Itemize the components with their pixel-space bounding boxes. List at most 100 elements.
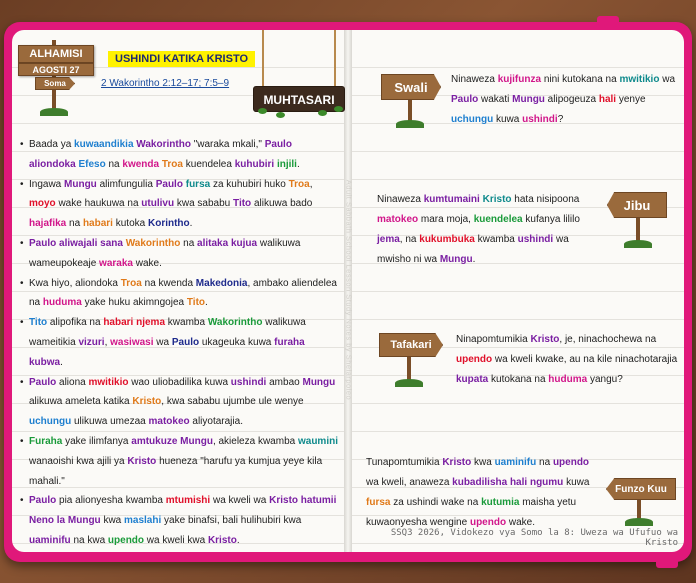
text-segment: ambao bbox=[266, 376, 303, 388]
text-segment: wa kweli kwake, au na kile ninachotaraji… bbox=[492, 354, 678, 365]
highlighted-word: utulivu bbox=[141, 198, 175, 210]
highlighted-word: Wakorintho bbox=[136, 139, 191, 150]
highlighted-word: Furaha bbox=[29, 435, 63, 447]
highlighted-word: jema bbox=[377, 234, 400, 245]
highlighted-word: Efeso bbox=[78, 158, 106, 170]
highlighted-word: hatumii bbox=[300, 495, 337, 507]
highlighted-word: kubadilisha bbox=[452, 477, 508, 488]
text-segment: hata nisipoona bbox=[511, 194, 580, 205]
text-segment: wa kweli wa bbox=[210, 495, 270, 507]
highlighted-word: Kristo bbox=[530, 334, 560, 345]
highlighted-word: mwitikio bbox=[88, 376, 129, 388]
highlighted-word: Troa bbox=[161, 158, 183, 170]
highlighted-word: Paulo bbox=[171, 336, 200, 348]
text-segment: Kwa hiyo, aliondoka bbox=[29, 277, 121, 289]
highlighted-word: kujifunza bbox=[497, 74, 542, 85]
grass-icon bbox=[396, 120, 424, 128]
text-segment: . bbox=[472, 254, 476, 265]
reflection-text: Ninapomtumikia Kristo, je, ninachochewa … bbox=[456, 330, 678, 390]
summary-point: Ingawa Mungu alimfungulia Paulo fursa za… bbox=[20, 175, 338, 234]
summary-point: Baada ya kuwaandikia Wakorintho "waraka … bbox=[20, 135, 338, 175]
highlighted-word: kutumia bbox=[481, 497, 520, 508]
text-segment: Ninaweza bbox=[451, 74, 498, 85]
highlighted-word: Troa bbox=[120, 277, 142, 289]
key-lesson-text: Tunapomtumikia Kristo kwa uaminifu na up… bbox=[366, 453, 604, 533]
text-segment: na bbox=[180, 237, 198, 249]
highlighted-word: Paulo bbox=[29, 495, 57, 507]
grass-icon bbox=[395, 379, 423, 387]
text-segment: ukageuka kuwa bbox=[199, 336, 275, 348]
lesson-title: USHINDI KATIKA KRISTO bbox=[108, 51, 256, 67]
reading-sign: Soma bbox=[35, 77, 75, 90]
text-segment: yake binafsi, bali hulihubiri kwa bbox=[161, 515, 302, 527]
text-segment: alikuwa ameleta katika bbox=[29, 396, 133, 408]
highlighted-word: Paulo bbox=[451, 94, 479, 105]
day-sign: ALHAMISI bbox=[18, 45, 94, 63]
reflection-sign: Tafakari bbox=[379, 333, 443, 357]
highlighted-word: Paulo bbox=[29, 376, 57, 388]
scripture-reference[interactable]: 2 Wakorintho 2:12–17; 7:5–9 bbox=[101, 78, 229, 89]
highlighted-word: Neno bbox=[29, 515, 54, 527]
highlighted-word: sana bbox=[100, 237, 123, 249]
highlighted-word: ushindi bbox=[230, 376, 267, 388]
highlighted-word: Troa bbox=[288, 178, 310, 190]
text-segment: kutoka bbox=[112, 218, 148, 230]
text-segment: yake ilimfanya bbox=[62, 435, 132, 447]
text-segment: aliona bbox=[56, 376, 89, 388]
text-segment: na bbox=[66, 218, 83, 230]
bookmark-tab bbox=[656, 556, 678, 568]
leaf-icon bbox=[318, 110, 327, 116]
highlighted-word: Paulo bbox=[264, 139, 292, 150]
highlighted-word: moyo bbox=[29, 198, 56, 210]
text-segment: kwa bbox=[471, 457, 495, 468]
highlighted-word: fursa bbox=[185, 178, 211, 190]
highlighted-word: amtukuze bbox=[131, 435, 178, 447]
summary-sign: MUHTASARI bbox=[253, 86, 345, 112]
signpost-pole bbox=[636, 216, 640, 242]
leaf-icon bbox=[276, 112, 285, 118]
text-segment: . bbox=[296, 158, 300, 170]
text-segment: kuwa bbox=[563, 477, 590, 488]
text-segment: wake. bbox=[132, 257, 162, 269]
text-segment: yenye bbox=[616, 94, 646, 105]
highlighted-word: uchungu bbox=[29, 416, 72, 428]
highlighted-word: Tito bbox=[29, 317, 48, 329]
highlighted-word: habari bbox=[103, 317, 134, 329]
highlighted-word: njema bbox=[136, 317, 166, 329]
highlighted-word: waumini bbox=[297, 435, 338, 447]
text-segment: wake haukuwa na bbox=[55, 198, 142, 210]
highlighted-word: upendo bbox=[552, 457, 590, 468]
summary-point: Tito alipofika na habari njema kwamba Wa… bbox=[20, 313, 338, 372]
grass-icon bbox=[40, 108, 68, 116]
highlighted-word: la bbox=[56, 515, 66, 527]
text-segment: na kwa bbox=[70, 534, 108, 546]
highlighted-word: kubwa bbox=[29, 356, 61, 368]
summary-point: Kwa hiyo, aliondoka Troa na kwenda Maked… bbox=[20, 274, 338, 314]
highlighted-word: Kristo bbox=[442, 457, 472, 468]
highlighted-word: habari bbox=[82, 218, 113, 230]
text-segment: , na bbox=[399, 234, 420, 245]
text-segment: kufanya lililo bbox=[522, 214, 580, 225]
text-segment: Tunapomtumikia bbox=[366, 457, 443, 468]
page-footer: SSQ3 2026, Vidokezo vya Somo la 8: Uweza… bbox=[390, 528, 678, 548]
text-segment: mara moja, bbox=[418, 214, 474, 225]
text-segment: na bbox=[105, 158, 123, 170]
text-segment: Ingawa bbox=[29, 178, 65, 190]
text-segment: pia alionyesha kwamba bbox=[56, 495, 166, 507]
text-segment: na kwenda bbox=[141, 277, 196, 289]
highlighted-word: Kristo bbox=[482, 194, 512, 205]
text-segment: yake huku akimngojea bbox=[81, 297, 187, 309]
highlighted-word: Wakorintho bbox=[207, 317, 263, 329]
highlighted-word: upendo bbox=[107, 534, 145, 546]
question-sign: Swali bbox=[381, 74, 441, 100]
highlighted-word: aliwajali bbox=[59, 237, 98, 249]
text-segment: kwa bbox=[100, 515, 125, 527]
highlighted-word: kwenda bbox=[122, 158, 160, 170]
highlighted-word: hajafika bbox=[29, 218, 67, 230]
highlighted-word: waraka bbox=[99, 257, 133, 269]
text-segment: "waraka mkali," bbox=[190, 139, 265, 150]
text-segment: wa kweli kwa bbox=[144, 534, 208, 546]
text-segment: kuendelea bbox=[182, 158, 235, 170]
text-segment: , bbox=[309, 178, 313, 190]
text-segment: . bbox=[205, 297, 208, 309]
